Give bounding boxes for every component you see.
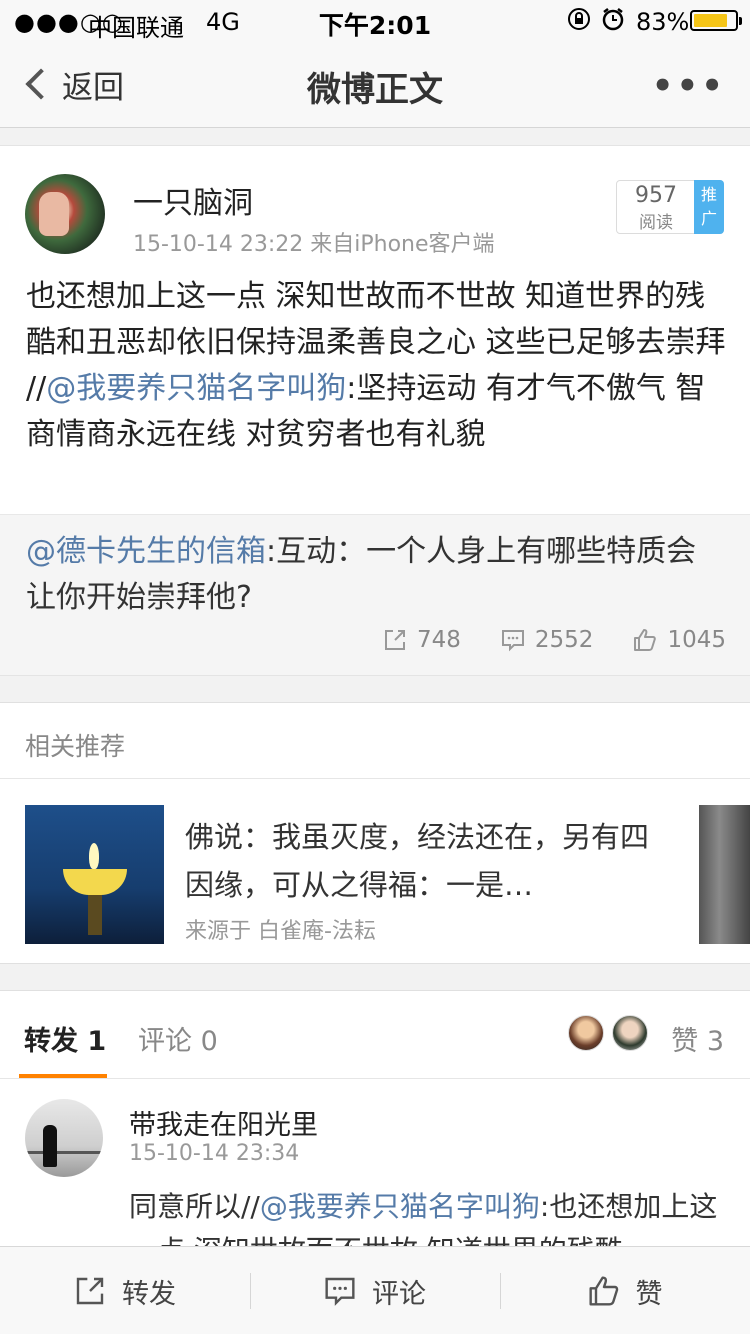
post-stats: 748 2552 1045 bbox=[343, 627, 726, 653]
repost-mention-link[interactable]: @我要养只猫名字叫狗 bbox=[260, 1190, 540, 1223]
active-tab-indicator bbox=[19, 1074, 107, 1078]
repost-count-button[interactable]: 748 bbox=[383, 627, 461, 653]
comment-icon bbox=[325, 1277, 355, 1306]
rotation-lock-icon bbox=[566, 6, 592, 38]
repost-count: 748 bbox=[417, 627, 461, 653]
page-title: 微博正文 bbox=[307, 70, 443, 110]
original-post-text: @德卡先生的信箱:互动：一个人身上有哪些特质会让你开始崇拜他? bbox=[26, 529, 726, 621]
share-icon bbox=[385, 630, 405, 650]
like-button-label: 赞 bbox=[635, 1278, 663, 1310]
tab-comments[interactable]: 评论 0 bbox=[138, 1019, 218, 1058]
tab-reposts[interactable]: 转发 1 bbox=[24, 1019, 106, 1058]
comment-count-button[interactable]: 2552 bbox=[501, 627, 594, 653]
tab-likes[interactable]: 赞 3 bbox=[671, 1019, 724, 1058]
post-meta: 15-10-14 23:22 来自iPhone客户端 bbox=[133, 232, 495, 257]
battery-icon bbox=[690, 10, 742, 31]
original-mention-link[interactable]: @德卡先生的信箱 bbox=[26, 534, 266, 569]
status-bar: ●●●○○ 中国联通 4G 下午2:01 83% bbox=[0, 0, 750, 42]
interaction-section: 转发 1 评论 0 赞 3 带我走在阳光里 15-10-14 23:34 同意所… bbox=[0, 990, 750, 1267]
avatar[interactable] bbox=[25, 174, 105, 254]
tab-comments-label: 评论 bbox=[138, 1026, 192, 1057]
comment-count: 2552 bbox=[534, 627, 594, 653]
related-item-text[interactable]: 佛说：我虽灭度，经法还在，另有四因缘，可从之得福：一是… bbox=[185, 813, 655, 909]
more-options-button[interactable]: ••• bbox=[652, 66, 726, 106]
repost-button[interactable]: 转发 bbox=[0, 1247, 250, 1334]
bottom-toolbar: 转发 评论 赞 bbox=[0, 1246, 750, 1334]
read-count-badge: 957 阅读 推广 bbox=[616, 180, 724, 234]
tab-likes-label: 赞 bbox=[671, 1026, 699, 1057]
comment-button-label: 评论 bbox=[372, 1278, 426, 1310]
post-text: 也还想加上这一点 深知世故而不世故 知道世界的残酷和丑恶却依旧保持温柔善良之心 … bbox=[26, 274, 726, 458]
read-count: 957 bbox=[635, 183, 677, 208]
thumbs-up-icon bbox=[588, 1276, 618, 1306]
repost-text-before: 同意所以// bbox=[129, 1190, 260, 1223]
tab-likes-count: 3 bbox=[706, 1026, 724, 1057]
related-item-source: 来源于 白雀庵-法耘 bbox=[185, 919, 376, 944]
like-button[interactable]: 赞 bbox=[500, 1247, 750, 1334]
tab-reposts-count: 1 bbox=[87, 1026, 107, 1057]
avatar[interactable] bbox=[25, 1099, 103, 1177]
thumbs-up-icon bbox=[634, 629, 657, 651]
nav-bar: 返回 微博正文 ••• bbox=[0, 40, 750, 128]
interaction-tabs: 转发 1 评论 0 赞 3 bbox=[0, 991, 750, 1079]
comment-button[interactable]: 评论 bbox=[250, 1247, 500, 1334]
post-mention-link[interactable]: @我要养只猫名字叫狗 bbox=[46, 371, 346, 406]
promote-button[interactable]: 推广 bbox=[694, 180, 724, 234]
like-count-button[interactable]: 1045 bbox=[633, 627, 726, 653]
repost-username[interactable]: 带我走在阳光里 bbox=[129, 1103, 318, 1142]
tab-comments-count: 0 bbox=[200, 1026, 218, 1057]
like-count: 1045 bbox=[667, 627, 726, 653]
related-next-thumbnail[interactable] bbox=[699, 805, 750, 944]
original-post[interactable]: @德卡先生的信箱:互动：一个人身上有哪些特质会让你开始崇拜他? 748 2552… bbox=[0, 514, 750, 676]
divider bbox=[0, 778, 750, 779]
post-username[interactable]: 一只脑洞 bbox=[133, 178, 253, 222]
related-thumbnail[interactable] bbox=[25, 805, 164, 944]
comment-icon bbox=[501, 630, 524, 652]
repost-button-label: 转发 bbox=[122, 1278, 176, 1310]
related-title: 相关推荐 bbox=[25, 732, 126, 761]
tab-reposts-label: 转发 bbox=[24, 1026, 78, 1057]
related-section: 相关推荐 佛说：我虽灭度，经法还在，另有四因缘，可从之得福：一是… 来源于 白雀… bbox=[0, 702, 750, 964]
share-icon bbox=[76, 1277, 104, 1305]
weibo-post: 一只脑洞 15-10-14 23:22 来自iPhone客户端 957 阅读 推… bbox=[0, 145, 750, 676]
battery-percent: 83% bbox=[636, 8, 690, 36]
avatar bbox=[612, 1015, 648, 1051]
read-label: 阅读 bbox=[639, 213, 673, 233]
alarm-icon bbox=[600, 6, 626, 38]
repost-time: 15-10-14 23:34 bbox=[129, 1141, 300, 1166]
avatar bbox=[568, 1015, 604, 1051]
